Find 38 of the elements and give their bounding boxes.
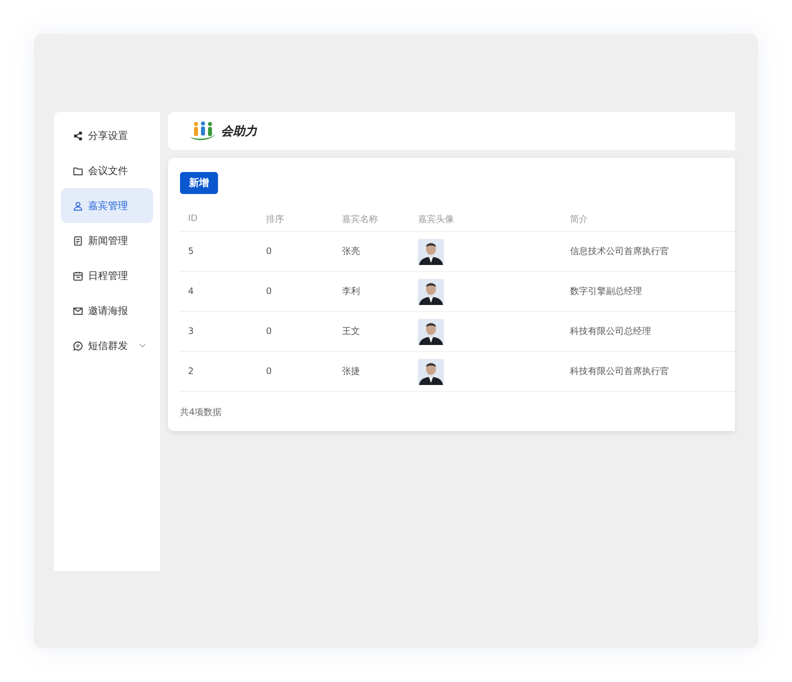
table-cell: 数字引擎副总经理: [570, 287, 642, 297]
sidebar-item[interactable]: 新闻管理: [61, 223, 153, 258]
table-cell: 李利: [342, 287, 360, 297]
table-cell: 3: [188, 326, 194, 336]
folder-icon: [73, 166, 83, 176]
sidebar-item[interactable]: 分享设置: [61, 118, 153, 153]
table-cell: 张捷: [342, 367, 360, 377]
column-header: 排序: [266, 214, 284, 224]
table-cell: 5: [188, 246, 194, 256]
table-cell: 0: [266, 246, 272, 256]
total-count: 共4项数据: [180, 408, 222, 418]
table-cell: 科技有限公司总经理: [570, 327, 651, 337]
table-cell: 2: [188, 366, 194, 376]
mail-icon: [73, 306, 83, 316]
sidebar-item[interactable]: 嘉宾管理: [61, 188, 153, 223]
sidebar-item[interactable]: 邀请海报: [61, 293, 153, 328]
sidebar-item[interactable]: 会议文件: [61, 153, 153, 188]
share-icon: [73, 130, 83, 140]
add-button[interactable]: 新增: [180, 172, 218, 194]
table-cell: 科技有限公司首席执行官: [570, 367, 669, 377]
user-icon: [73, 200, 83, 210]
logo-text: 会助力: [221, 122, 257, 140]
document-icon: [73, 236, 83, 246]
chat-icon: [73, 340, 83, 350]
table-cell: 0: [266, 286, 272, 296]
table-cell: 张亮: [342, 247, 360, 257]
column-header: 简介: [570, 214, 588, 224]
sidebar-item[interactable]: 日程管理: [61, 258, 153, 293]
column-header: 嘉宾名称: [342, 214, 378, 224]
calendar-icon: [73, 270, 83, 280]
table-cell: 0: [266, 366, 272, 376]
table-cell: 信息技术公司首席执行官: [570, 247, 669, 257]
column-header: ID: [188, 214, 198, 224]
column-header: 嘉宾头像: [418, 214, 454, 224]
table-cell: 0: [266, 326, 272, 336]
table-cell: 4: [188, 286, 194, 296]
sidebar-item[interactable]: 短信群发: [61, 328, 153, 363]
table-cell: 王文: [342, 327, 360, 337]
